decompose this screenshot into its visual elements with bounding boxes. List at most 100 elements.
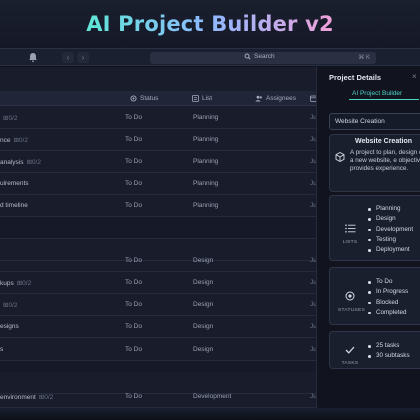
- list-column-header[interactable]: List: [192, 95, 212, 102]
- assignees-column-header[interactable]: Assignees: [255, 95, 296, 102]
- task-list[interactable]: Planning: [193, 202, 218, 209]
- tasks-card: TASKS 25 tasks 30 subtasks: [329, 331, 420, 369]
- task-status[interactable]: To Do: [125, 323, 142, 330]
- task-name: nce: [0, 137, 11, 144]
- task-list[interactable]: Planning: [193, 114, 218, 121]
- project-select[interactable]: Website Creation: [329, 113, 420, 130]
- list-item: Design: [368, 214, 413, 224]
- task-name: environment: [0, 394, 36, 401]
- table-row[interactable]: nce ⊞0/2 To Do Planning Ju: [0, 129, 316, 151]
- task-list[interactable]: Planning: [193, 136, 218, 143]
- checkmark-icon: [345, 346, 355, 354]
- list-item: To Do: [368, 277, 408, 287]
- lists-list: Planning Design Development Testing Depl…: [368, 204, 413, 255]
- task-list[interactable]: Design: [193, 279, 213, 286]
- table-row[interactable]: environment ⊞0/2 To Do Development Ju: [0, 386, 316, 408]
- subtask-count: ⊞0/2: [3, 302, 18, 309]
- panel-title: Project Details: [329, 73, 382, 82]
- table-row[interactable]: ⊞0/2 To Do Design Ju: [0, 294, 316, 316]
- task-status[interactable]: To Do: [125, 136, 142, 143]
- task-status[interactable]: To Do: [125, 279, 142, 286]
- users-icon: [255, 95, 262, 102]
- status-column-header[interactable]: Status: [130, 95, 158, 102]
- search-label: Search: [254, 53, 275, 60]
- task-status[interactable]: To Do: [125, 393, 142, 400]
- task-name: esigns: [0, 323, 19, 330]
- back-button[interactable]: ‹: [62, 52, 74, 63]
- task-table: Status List Assignees ⊞0/2 To Do Plannin…: [0, 67, 316, 408]
- subtask-count: ⊞0/2: [38, 394, 54, 401]
- list-item: 25 tasks: [368, 341, 410, 351]
- task-status[interactable]: To Do: [125, 114, 142, 121]
- list-icon: [192, 95, 199, 102]
- active-tab-indicator: [349, 99, 419, 100]
- task-list[interactable]: Design: [193, 346, 213, 353]
- table-row[interactable]: ⊞0/2 To Do Planning Ju: [0, 107, 316, 129]
- table-row[interactable]: kups ⊞0/2 To Do Design Ju: [0, 272, 316, 294]
- search-shortcut: ⌘ K: [358, 55, 370, 61]
- statuses-card: STATUSES To Do In Progress Blocked Compl…: [329, 267, 420, 325]
- table-header: Status List Assignees: [0, 91, 316, 106]
- table-row[interactable]: To Do Design Ju: [0, 250, 316, 272]
- list-item: Deployment: [368, 245, 413, 255]
- lists-label: LISTS: [342, 240, 358, 245]
- task-list[interactable]: Design: [193, 323, 213, 330]
- task-status[interactable]: To Do: [125, 346, 142, 353]
- list-item: 30 subtasks: [368, 351, 410, 361]
- statuses-label: STATUSES: [338, 308, 366, 313]
- subtask-count: ⊞0/2: [16, 280, 32, 287]
- list-item: Testing: [368, 235, 413, 245]
- list-item: In Progress: [368, 287, 408, 297]
- task-list[interactable]: Design: [193, 301, 213, 308]
- cube-icon: [335, 151, 345, 163]
- search-bar[interactable]: Search ⌘ K: [150, 52, 376, 64]
- task-name: s: [0, 346, 4, 353]
- task-list[interactable]: Planning: [193, 158, 218, 165]
- project-title: Website Creation: [355, 138, 413, 145]
- task-status[interactable]: To Do: [125, 180, 142, 187]
- task-status[interactable]: To Do: [125, 257, 142, 264]
- status-icon: [345, 291, 355, 301]
- task-list[interactable]: Development: [193, 393, 231, 400]
- project-details-panel: Project Details × AI Project Builder Web…: [316, 67, 420, 408]
- list-item: Completed: [368, 308, 408, 318]
- list-icon: [344, 224, 355, 233]
- task-name: analysis: [0, 159, 24, 166]
- task-status[interactable]: To Do: [125, 301, 142, 308]
- lists-card: LISTS Planning Design Development Testin…: [329, 195, 420, 261]
- table-row[interactable]: s To Do Design Ju: [0, 339, 316, 361]
- forward-button[interactable]: ›: [77, 52, 89, 63]
- top-toolbar: ‹ › Search ⌘ K: [0, 48, 420, 66]
- project-description: A project to plan, design deploy a new w…: [350, 149, 420, 173]
- subtask-count: ⊞0/2: [13, 137, 28, 144]
- task-status[interactable]: To Do: [125, 202, 142, 209]
- table-row[interactable]: esigns To Do Design Ju: [0, 316, 316, 338]
- search-icon: [244, 53, 251, 60]
- statuses-list: To Do In Progress Blocked Completed: [368, 277, 408, 318]
- table-row[interactable]: d timeline To Do Planning Ju: [0, 195, 316, 217]
- task-list[interactable]: Planning: [193, 180, 218, 187]
- app-title: AI Project Builder v2: [86, 12, 334, 36]
- task-name: kups: [0, 280, 14, 287]
- task-name: d timeline: [0, 202, 28, 209]
- task-name: uirements: [0, 180, 29, 187]
- list-item: Blocked: [368, 298, 408, 308]
- table-row[interactable]: analysis ⊞0/2 To Do Planning Ju: [0, 151, 316, 173]
- list-item: Development: [368, 225, 413, 235]
- status-icon: [130, 95, 137, 102]
- close-icon[interactable]: ×: [412, 72, 417, 81]
- bottom-edge: [0, 408, 420, 420]
- subtask-count: ⊞0/2: [3, 115, 18, 122]
- project-summary-card: Website Creation A project to plan, desi…: [329, 134, 420, 192]
- tasks-label: TASKS: [341, 361, 359, 366]
- tasks-list: 25 tasks 30 subtasks: [368, 341, 410, 362]
- bell-icon[interactable]: [28, 52, 38, 63]
- subtask-count: ⊞0/2: [26, 159, 41, 166]
- table-row[interactable]: uirements To Do Planning Ju: [0, 173, 316, 195]
- task-status[interactable]: To Do: [125, 158, 142, 165]
- task-list[interactable]: Design: [193, 257, 213, 264]
- list-item: Planning: [368, 204, 413, 214]
- tab-ai-project-builder[interactable]: AI Project Builder: [352, 90, 402, 97]
- app-banner: AI Project Builder v2: [0, 0, 420, 48]
- group-divider: [0, 217, 316, 239]
